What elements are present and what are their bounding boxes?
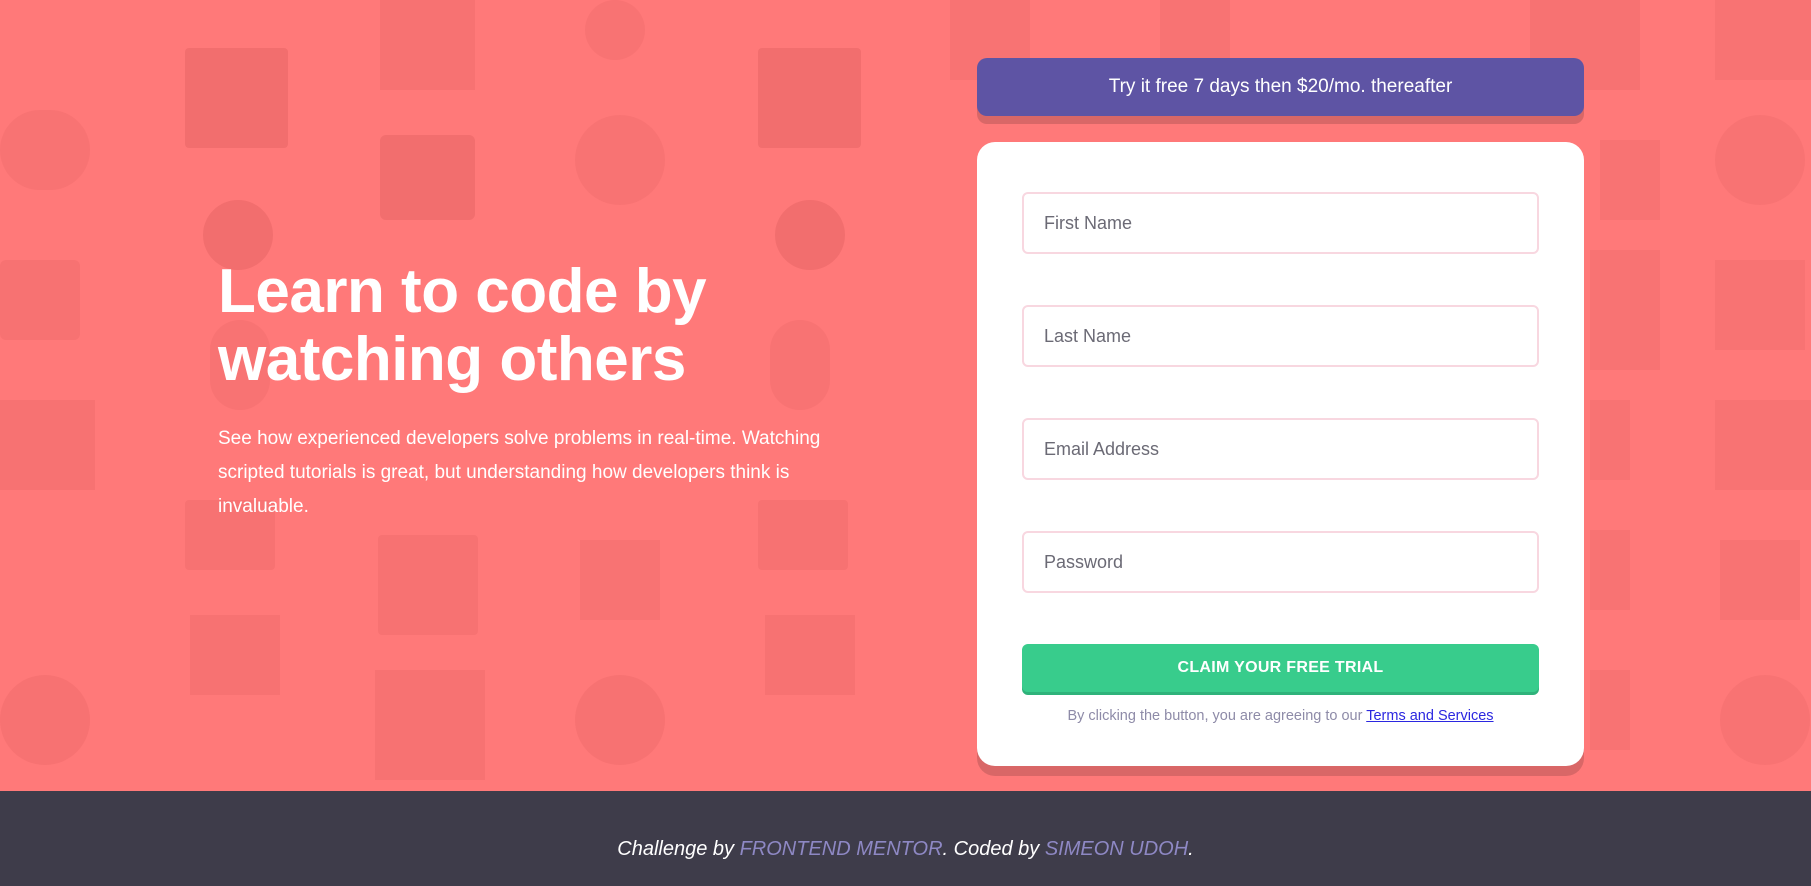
headset-icon-2: [575, 115, 665, 205]
trial-banner: Try it free 7 days then $20/mo. thereaft…: [977, 58, 1584, 116]
headset-icon-3: [1715, 115, 1805, 205]
trial-banner-text: Try it free 7 days then $20/mo. thereaft…: [1108, 76, 1453, 97]
claim-free-trial-button[interactable]: CLAIM YOUR FREE TRIAL: [1022, 644, 1539, 692]
cart-icon: [190, 615, 280, 695]
footer-prefix: Challenge by: [617, 838, 740, 860]
headset-icon: [0, 110, 90, 190]
coder-link[interactable]: SIMEON UDOH: [1045, 838, 1188, 860]
lock-icon-4: [1160, 0, 1230, 60]
toolbox-icon: [380, 135, 475, 220]
hero-section: Learn to code by watching others See how…: [0, 0, 1811, 791]
terms-prefix: By clicking the button, you are agreeing…: [1067, 708, 1367, 724]
terms-notice: By clicking the button, you are agreeing…: [977, 708, 1584, 724]
toolbox-icon-2: [1600, 140, 1660, 220]
thumbs-up-icon: [0, 260, 80, 340]
globe-icon: [0, 675, 90, 765]
intro-description: See how experienced developers solve pro…: [218, 428, 821, 517]
globe-icon-2: [575, 675, 665, 765]
footer-suffix: .: [1188, 838, 1194, 860]
frontend-mentor-link[interactable]: FRONTEND MENTOR: [740, 838, 943, 860]
key-icon: [375, 670, 485, 780]
browser-icon: [185, 48, 288, 148]
signup-form: CLAIM YOUR FREE TRIAL By clicking the bu…: [977, 142, 1584, 766]
search-window-icon: [378, 535, 478, 635]
key-icon-2: [1590, 670, 1630, 750]
footer-attribution: Challenge by FRONTEND MENTOR. Coded by S…: [617, 838, 1193, 861]
cart-icon-2: [765, 615, 855, 695]
page-title: Learn to code by watching others: [218, 257, 707, 394]
thumbs-up-icon-3: [1715, 260, 1805, 350]
lock-icon-5: [1715, 0, 1811, 80]
rocket-icon-2: [1720, 540, 1800, 620]
chart-icon-2: [1590, 400, 1630, 480]
footer: Challenge by FRONTEND MENTOR. Coded by S…: [0, 791, 1811, 886]
browser-icon-2: [758, 48, 861, 148]
last-name-input[interactable]: [1022, 305, 1539, 367]
bar-chart-icon: [380, 0, 475, 90]
chart-icon-3: [1715, 400, 1811, 490]
email-input[interactable]: [1022, 418, 1539, 480]
footer-middle: . Coded by: [942, 838, 1045, 860]
first-name-input[interactable]: [1022, 192, 1539, 254]
terms-link[interactable]: Terms and Services: [1366, 708, 1493, 724]
password-input[interactable]: [1022, 531, 1539, 593]
lock-icon-2: [585, 0, 645, 60]
search-window-icon-2: [1590, 530, 1630, 610]
rocket-icon: [580, 540, 660, 620]
thumbs-up-icon-2: [1590, 250, 1660, 370]
intro-block: Learn to code by watching others See how…: [218, 258, 858, 524]
globe-icon-3: [1720, 675, 1810, 765]
chart-icon: [0, 400, 95, 490]
